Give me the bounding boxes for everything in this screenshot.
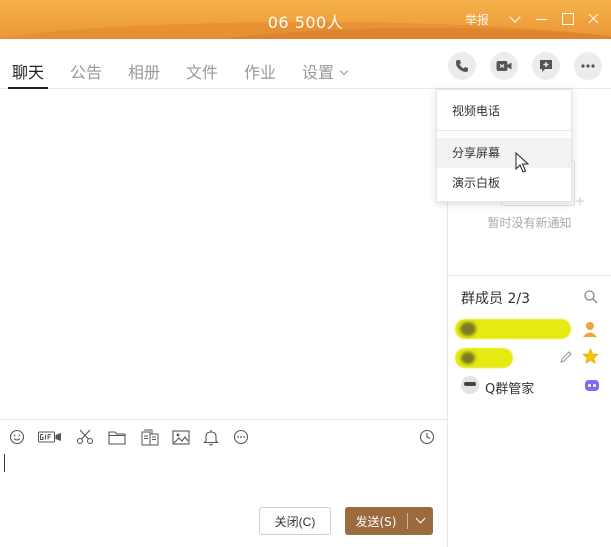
more-actions-dropdown: 视频电话 分享屏幕 演示白板 [436, 89, 572, 202]
image-button[interactable] [172, 428, 190, 446]
sticker-button[interactable] [141, 428, 159, 446]
bell-icon [203, 429, 219, 445]
member-item[interactable] [455, 318, 605, 342]
member-name: Q群管家 [485, 382, 535, 397]
send-options-chevron-icon[interactable] [408, 507, 433, 535]
tab-files[interactable]: 文件 [186, 59, 218, 83]
notice-empty-text: 暂时没有新通知 [487, 216, 572, 230]
menu-item-share-screen[interactable]: 分享屏幕 [437, 138, 571, 168]
star-icon [582, 348, 599, 364]
search-icon[interactable] [583, 289, 599, 305]
report-link[interactable]: 举报 [465, 11, 489, 28]
mouse-cursor-icon [515, 152, 529, 173]
scissors-icon [76, 429, 94, 445]
tab-settings[interactable]: 设置 [302, 59, 349, 83]
file-button[interactable] [108, 428, 126, 446]
video-icon [496, 61, 512, 71]
gif-icon [38, 431, 61, 443]
input-toolbar-divider [0, 419, 447, 420]
add-notice-icon[interactable]: + [575, 194, 585, 208]
send-button[interactable]: 发送(S) [345, 507, 433, 535]
reminder-button[interactable] [202, 428, 220, 446]
edit-icon[interactable] [558, 349, 574, 365]
obscured-avatar [460, 322, 476, 336]
folder-icon [108, 430, 126, 445]
active-tab-indicator [8, 87, 48, 89]
send-button-label: 发送(S) [355, 514, 397, 529]
tab-bar: 聊天 公告 相册 文件 作业 设置 [0, 39, 611, 89]
menu-separator [437, 130, 571, 131]
new-topic-button[interactable] [532, 52, 560, 80]
owner-icon [583, 322, 597, 337]
close-window-icon[interactable] [583, 10, 605, 28]
more-icon [581, 64, 595, 68]
title-bar: 06 500人 举报 [0, 0, 611, 39]
members-divider [448, 275, 611, 276]
tab-album[interactable]: 相册 [128, 59, 160, 83]
menu-item-video-call[interactable]: 视频电话 [437, 96, 571, 126]
phone-call-button[interactable] [448, 52, 476, 80]
chevron-down-icon [339, 66, 349, 76]
window-controls: 举报 [465, 10, 605, 28]
history-button[interactable] [418, 428, 436, 446]
window-menu-chevron-icon[interactable] [505, 10, 527, 28]
image-icon [172, 429, 190, 445]
minimize-icon[interactable] [531, 10, 553, 28]
tab-settings-label: 设置 [302, 63, 335, 82]
member-item[interactable] [455, 346, 605, 370]
robot-icon [585, 380, 599, 391]
video-call-button[interactable] [490, 52, 518, 80]
clock-icon [419, 429, 435, 445]
tab-chat[interactable]: 聊天 [12, 59, 44, 83]
close-button[interactable]: 关闭(C) [259, 507, 331, 535]
menu-item-whiteboard[interactable]: 演示白板 [437, 168, 571, 198]
phone-icon [456, 60, 468, 72]
tab-announcements[interactable]: 公告 [70, 59, 102, 83]
gif-button[interactable] [38, 428, 62, 446]
member-item[interactable]: Q群管家 [455, 375, 605, 399]
more-tools-button[interactable] [232, 428, 250, 446]
tab-homework[interactable]: 作业 [244, 59, 276, 83]
maximize-icon[interactable] [557, 10, 579, 28]
more-actions-button[interactable] [574, 52, 602, 80]
message-input-caret[interactable] [4, 454, 5, 472]
robot-avatar [461, 376, 479, 394]
sticker-icon [141, 429, 159, 445]
obscured-avatar [461, 352, 475, 364]
more-circle-icon [233, 429, 249, 445]
emoji-icon [9, 429, 25, 445]
screenshot-button[interactable] [75, 428, 95, 446]
emoji-button[interactable] [8, 428, 26, 446]
members-title: 群成员 2/3 [461, 291, 530, 307]
chat-add-icon [540, 60, 552, 72]
